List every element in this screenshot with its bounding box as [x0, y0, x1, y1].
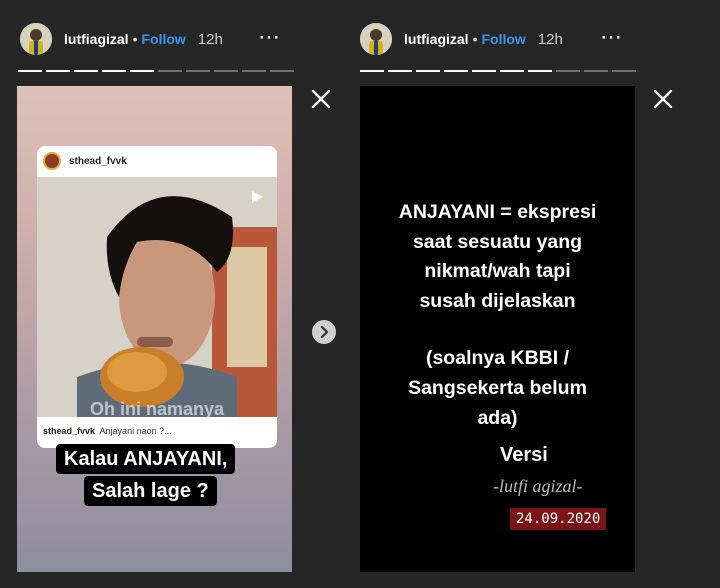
note-line-2: Sangsekerta belum: [408, 377, 587, 399]
signature: -lutfi agizal-: [493, 476, 583, 496]
progress-bar: [360, 70, 636, 72]
more-options-icon[interactable]: ⋯: [600, 26, 624, 48]
separator-dot: •: [132, 31, 138, 47]
definition-line-4: susah dijelaskan: [419, 290, 576, 312]
progress-bar: [18, 70, 294, 72]
definition-line-3: nikmat/wah tapi: [424, 260, 571, 282]
story-caption-line-1: Kalau ANJAYANI,: [56, 444, 236, 474]
story-header: lutfiagizal • Follow 12h: [360, 22, 563, 56]
follow-button[interactable]: Follow: [481, 31, 525, 47]
definition-line-1: ANJAYANI = ekspresi: [398, 201, 597, 223]
story-header: lutfiagizal • Follow 12h: [20, 22, 223, 56]
note-line-3: ada): [477, 407, 518, 429]
video-overlay-text: Oh ini namanya: [89, 399, 225, 417]
follow-button[interactable]: Follow: [141, 31, 185, 47]
caption-text: Anjayani naon ?...: [99, 426, 172, 436]
date-badge: 24.09.2020: [510, 508, 607, 530]
play-icon: [252, 191, 263, 203]
story-content[interactable]: sthead_fvvk Oh ini namanya sthead_fvvk A…: [17, 86, 292, 572]
username[interactable]: lutfiagizal: [404, 31, 469, 47]
next-story-button[interactable]: [312, 320, 336, 344]
definition-line-2: saat sesuatu yang: [412, 231, 583, 253]
chevron-right-icon: [320, 325, 329, 339]
user-avatar[interactable]: [360, 23, 392, 55]
story-panel-left: lutfiagizal • Follow 12h ⋯ sthead_fvvk O…: [0, 0, 340, 588]
timestamp: 12h: [537, 30, 563, 48]
shared-post-card[interactable]: sthead_fvvk Oh ini namanya sthead_fvvk A…: [37, 146, 277, 448]
separator-dot: •: [472, 31, 478, 47]
shared-post-username: sthead_fvvk: [69, 155, 127, 167]
timestamp: 12h: [197, 30, 223, 48]
story-caption-line-2: Salah lage ?: [84, 476, 217, 506]
close-icon[interactable]: [650, 86, 676, 112]
shared-post-photo: Oh ini namanya: [37, 177, 277, 417]
story-content[interactable]: ANJAYANI = ekspresi saat sesuatu yang ni…: [360, 86, 635, 572]
note-line-1: (soalnya KBBI /: [425, 347, 570, 369]
close-icon[interactable]: [308, 86, 334, 112]
user-avatar[interactable]: [20, 23, 52, 55]
shared-post-avatar: [43, 152, 61, 170]
username[interactable]: lutfiagizal: [64, 31, 129, 47]
shared-post-caption: sthead_fvvk Anjayani naon ?...: [43, 426, 172, 436]
versi-label: Versi: [500, 444, 548, 466]
more-options-icon[interactable]: ⋯: [258, 26, 282, 48]
caption-username: sthead_fvvk: [43, 426, 96, 436]
story-panel-right: lutfiagizal • Follow 12h ⋯ ANJAYANI = ek…: [340, 0, 720, 588]
